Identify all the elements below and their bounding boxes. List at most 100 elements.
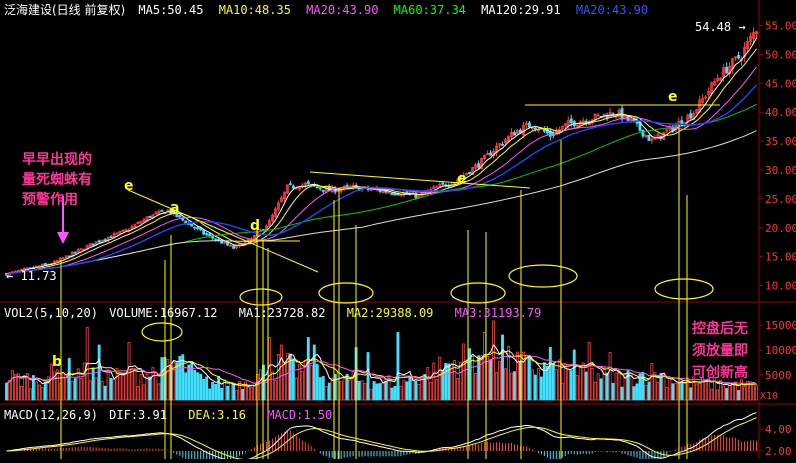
volume-bar xyxy=(312,344,316,401)
candle-body xyxy=(447,185,451,188)
stock-title: 泛海建设(日线 前复权) xyxy=(4,3,126,17)
candle-body xyxy=(73,251,77,254)
candle-body xyxy=(689,113,693,119)
volume-bar xyxy=(737,390,741,401)
candle-body xyxy=(148,215,152,218)
volume-bar xyxy=(551,363,555,401)
macd-legend-3: MACD:1.50 xyxy=(267,408,333,422)
candle-body xyxy=(193,226,197,229)
volume-bar xyxy=(489,359,493,401)
candle-body xyxy=(527,122,531,128)
volume-bar xyxy=(671,383,675,401)
chart-canvas[interactable]: 55.00 50.00 45.00 40.00 35.00 30.00 25.00 20.00… xyxy=(0,0,796,463)
note-right-line-2: 须放量即 xyxy=(692,343,748,359)
candle-body xyxy=(202,229,206,235)
high-price-label: 54.48 → xyxy=(695,20,746,34)
volume-bar xyxy=(390,387,394,401)
price-tick-label: 10.00 xyxy=(765,280,796,293)
ma-legend-4: MA120:29.91 xyxy=(481,3,561,17)
volume-bar xyxy=(572,349,576,401)
volume-bar xyxy=(405,381,409,401)
candle-body xyxy=(318,187,322,190)
macd-legend-2: DEA:3.16 xyxy=(188,408,246,422)
volume-bar xyxy=(241,389,244,401)
vol-legend-2: MA1:23728.82 xyxy=(238,306,326,320)
volume-bar xyxy=(501,334,504,401)
volume-panel-header: VOL2(5,10,20) VOLUME:16967.12 MA1:23728.… xyxy=(4,306,541,320)
volume-bar xyxy=(196,372,200,401)
candle-body xyxy=(489,152,493,156)
volume-bar xyxy=(318,377,322,401)
stock-chart-window: 55.00 50.00 45.00 40.00 35.00 30.00 25.00 20.00… xyxy=(0,0,796,463)
volume-bar xyxy=(444,362,448,401)
candle-body xyxy=(321,189,325,192)
volume-tick-label: 10000 xyxy=(765,344,796,357)
volume-bar xyxy=(548,347,552,401)
note-left-line-1: 早早出现的 xyxy=(22,152,92,168)
pattern-letter-label: e xyxy=(668,89,678,105)
volume-bar xyxy=(220,388,224,401)
candle-body xyxy=(217,238,221,241)
candle-body xyxy=(477,163,481,168)
price-tick-label: 30.00 xyxy=(765,164,796,177)
candle-body xyxy=(513,132,516,136)
volume-bar xyxy=(620,386,624,401)
volume-bar xyxy=(148,376,152,401)
volume-bar xyxy=(199,373,203,401)
candle-body xyxy=(501,143,504,146)
price-panel-header: 泛海建设(日线 前复权) MA5:50.45 MA10:48.35 MA20:4… xyxy=(4,1,648,18)
volume-bar xyxy=(178,355,182,401)
macd-legend-0: MACD(12,26,9) xyxy=(4,408,98,422)
volume-bar xyxy=(647,381,651,401)
note-right: 控盘后无 须放量即 可创新高 xyxy=(692,318,748,384)
volume-bar xyxy=(232,383,236,401)
volume-bar xyxy=(533,374,537,401)
candle-body xyxy=(97,240,101,243)
candle-body xyxy=(647,134,651,141)
volume-bar xyxy=(205,376,209,401)
candle-body xyxy=(196,227,200,230)
candle-body xyxy=(160,209,164,212)
volume-bar xyxy=(599,378,603,401)
candle-body xyxy=(43,263,47,265)
candle-body xyxy=(605,115,609,119)
candle-body xyxy=(725,66,729,74)
volume-bar xyxy=(378,383,382,401)
volume-bar xyxy=(366,352,370,401)
ma-legend-1: MA10:48.35 xyxy=(218,3,291,17)
candle-body xyxy=(468,171,472,174)
candle-body xyxy=(205,233,209,236)
price-tick-label: 35.00 xyxy=(765,135,796,148)
candle-body xyxy=(345,185,349,187)
volume-tick-label: 15000 xyxy=(765,319,796,332)
volume-bar xyxy=(160,357,164,401)
vol-legend-4: MA3:31193.79 xyxy=(454,306,542,320)
volume-tick-label: 5000 xyxy=(765,369,792,382)
volume-bar xyxy=(306,337,310,401)
candle-body xyxy=(533,127,537,130)
note-right-line-1: 控盘后无 xyxy=(692,321,748,337)
volume-bar xyxy=(202,378,206,401)
pattern-letter-label: e xyxy=(457,171,467,187)
candle-body xyxy=(103,239,107,242)
volume-bar xyxy=(396,332,400,401)
vol-legend-0: VOL2(5,10,20) xyxy=(4,306,98,320)
ma-legend-3: MA60:37.34 xyxy=(393,3,466,17)
note-left: 早早出现的 量死蜘蛛有 预警作用 xyxy=(22,150,92,210)
volume-bar xyxy=(226,385,230,401)
volume-bar xyxy=(214,383,218,401)
volume-bar xyxy=(477,355,481,401)
note-left-line-2: 量死蜘蛛有 xyxy=(22,172,92,188)
pattern-letter-label: e xyxy=(124,178,134,194)
volume-bar xyxy=(375,383,379,401)
volume-bar xyxy=(184,372,188,401)
volume-bar xyxy=(190,361,194,401)
volume-bar xyxy=(211,381,215,401)
candle-body xyxy=(232,245,236,249)
price-tick-label: 50.00 xyxy=(765,48,796,61)
volume-bar xyxy=(414,380,418,401)
price-tick-label: 40.00 xyxy=(765,106,796,119)
note-left-line-3: 预警作用 xyxy=(22,192,78,208)
volume-bar xyxy=(43,382,47,401)
volume-bar xyxy=(103,385,107,401)
